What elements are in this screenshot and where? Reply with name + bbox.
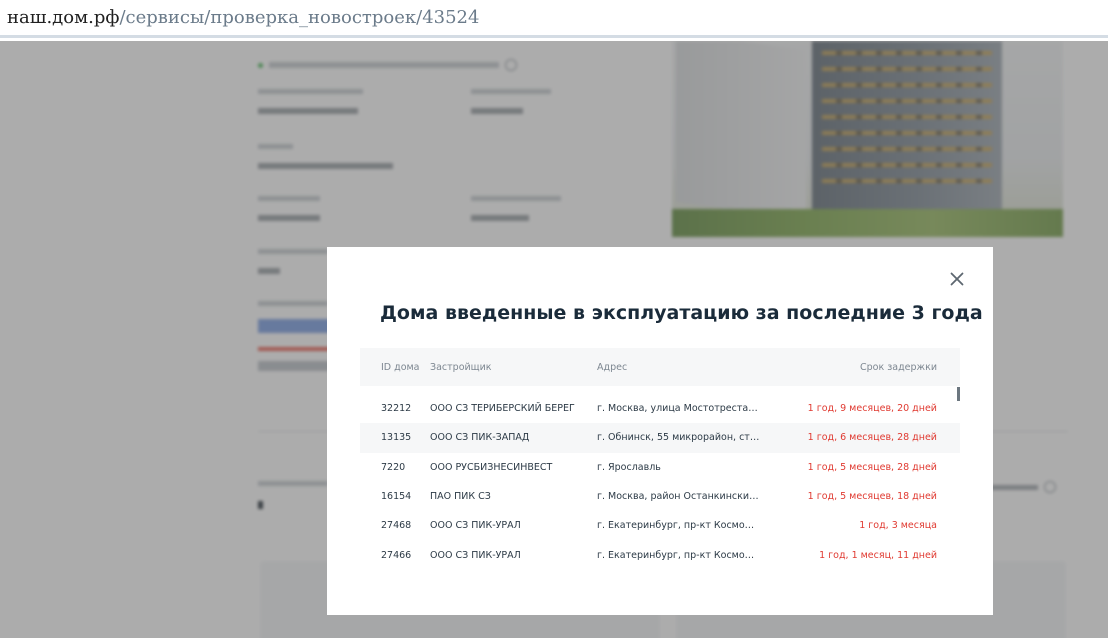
cell-id: 16154 — [360, 491, 430, 502]
url-path: /сервисы/проверка_новостроек/43524 — [119, 7, 479, 28]
table-row[interactable]: 16154 ПАО ПИК СЗ г. Москва, район Останк… — [360, 482, 960, 511]
table-row[interactable]: 27468 ООО СЗ ПИК-УРАЛ г. Екатеринбург, п… — [360, 511, 960, 540]
cell-delay: 1 год, 9 месяцев, 20 дней — [760, 403, 937, 414]
cell-address: г. Москва, улица Мостотреста, д. 8... — [597, 403, 760, 414]
table-row[interactable]: 13135 ООО СЗ ПИК-ЗАПАД г. Обнинск, 55 ми… — [360, 423, 960, 452]
column-header-id[interactable]: ID дома — [360, 362, 430, 373]
cell-id: 13135 — [360, 432, 430, 443]
table-row[interactable]: 32212 ООО СЗ ТЕРИБЕРСКИЙ БЕРЕГ г. Москва… — [360, 394, 960, 423]
table-row[interactable]: 27466 ООО СЗ ПИК-УРАЛ г. Екатеринбург, п… — [360, 540, 960, 569]
cell-delay: 1 год, 1 месяц, 11 дней — [760, 550, 937, 561]
cell-delay: 1 год, 6 месяцев, 28 дней — [760, 432, 937, 443]
cell-developer: ООО РУСБИЗНЕСИНВЕСТ — [430, 462, 597, 473]
cell-id: 7220 — [360, 462, 430, 473]
cell-address: г. Ярославль — [597, 462, 760, 473]
cell-delay: 1 год, 5 месяцев, 28 дней — [760, 462, 937, 473]
scrollbar-thumb[interactable] — [957, 387, 960, 401]
close-icon — [950, 272, 964, 286]
cell-address: г. Екатеринбург, пр-кт Космонавто... — [597, 550, 760, 561]
houses-table: ID дома Застройщик Адрес Срок задержки 3… — [360, 348, 960, 576]
cell-delay: 1 год, 5 месяцев, 18 дней — [760, 491, 937, 502]
cell-id: 27468 — [360, 520, 430, 531]
table-body[interactable]: 32212 ООО СЗ ТЕРИБЕРСКИЙ БЕРЕГ г. Москва… — [360, 386, 960, 576]
cell-delay: 1 год, 3 месяца — [760, 520, 937, 531]
cell-developer: ООО СЗ ПИК-ЗАПАД — [430, 432, 597, 443]
cell-address: г. Обнинск, 55 микрорайон, строе... — [597, 432, 760, 443]
houses-modal: Дома введенные в эксплуатацию за последн… — [327, 247, 993, 615]
cell-developer: ООО СЗ ПИК-УРАЛ — [430, 520, 597, 531]
cell-developer: ООО СЗ ТЕРИБЕРСКИЙ БЕРЕГ — [430, 403, 597, 414]
cell-address: г. Екатеринбург, пр-кт Космонавто... — [597, 520, 760, 531]
column-header-address[interactable]: Адрес — [597, 362, 760, 373]
cell-developer: ПАО ПИК СЗ — [430, 491, 597, 502]
table-header: ID дома Застройщик Адрес Срок задержки — [360, 348, 960, 386]
modal-title: Дома введенные в эксплуатацию за последн… — [380, 302, 983, 324]
cell-id: 27466 — [360, 550, 430, 561]
table-row[interactable]: 7220 ООО РУСБИЗНЕСИНВЕСТ г. Ярославль 1 … — [360, 453, 960, 482]
url-host: наш.дом.рф — [7, 7, 119, 28]
address-bar[interactable]: наш.дом.рф/сервисы/проверка_новостроек/4… — [0, 0, 1108, 38]
cell-address: г. Москва, район Останкинский р-... — [597, 491, 760, 502]
column-header-developer[interactable]: Застройщик — [430, 362, 597, 373]
cell-id: 32212 — [360, 403, 430, 414]
column-header-delay[interactable]: Срок задержки — [760, 362, 937, 373]
cell-developer: ООО СЗ ПИК-УРАЛ — [430, 550, 597, 561]
close-button[interactable] — [947, 269, 967, 289]
